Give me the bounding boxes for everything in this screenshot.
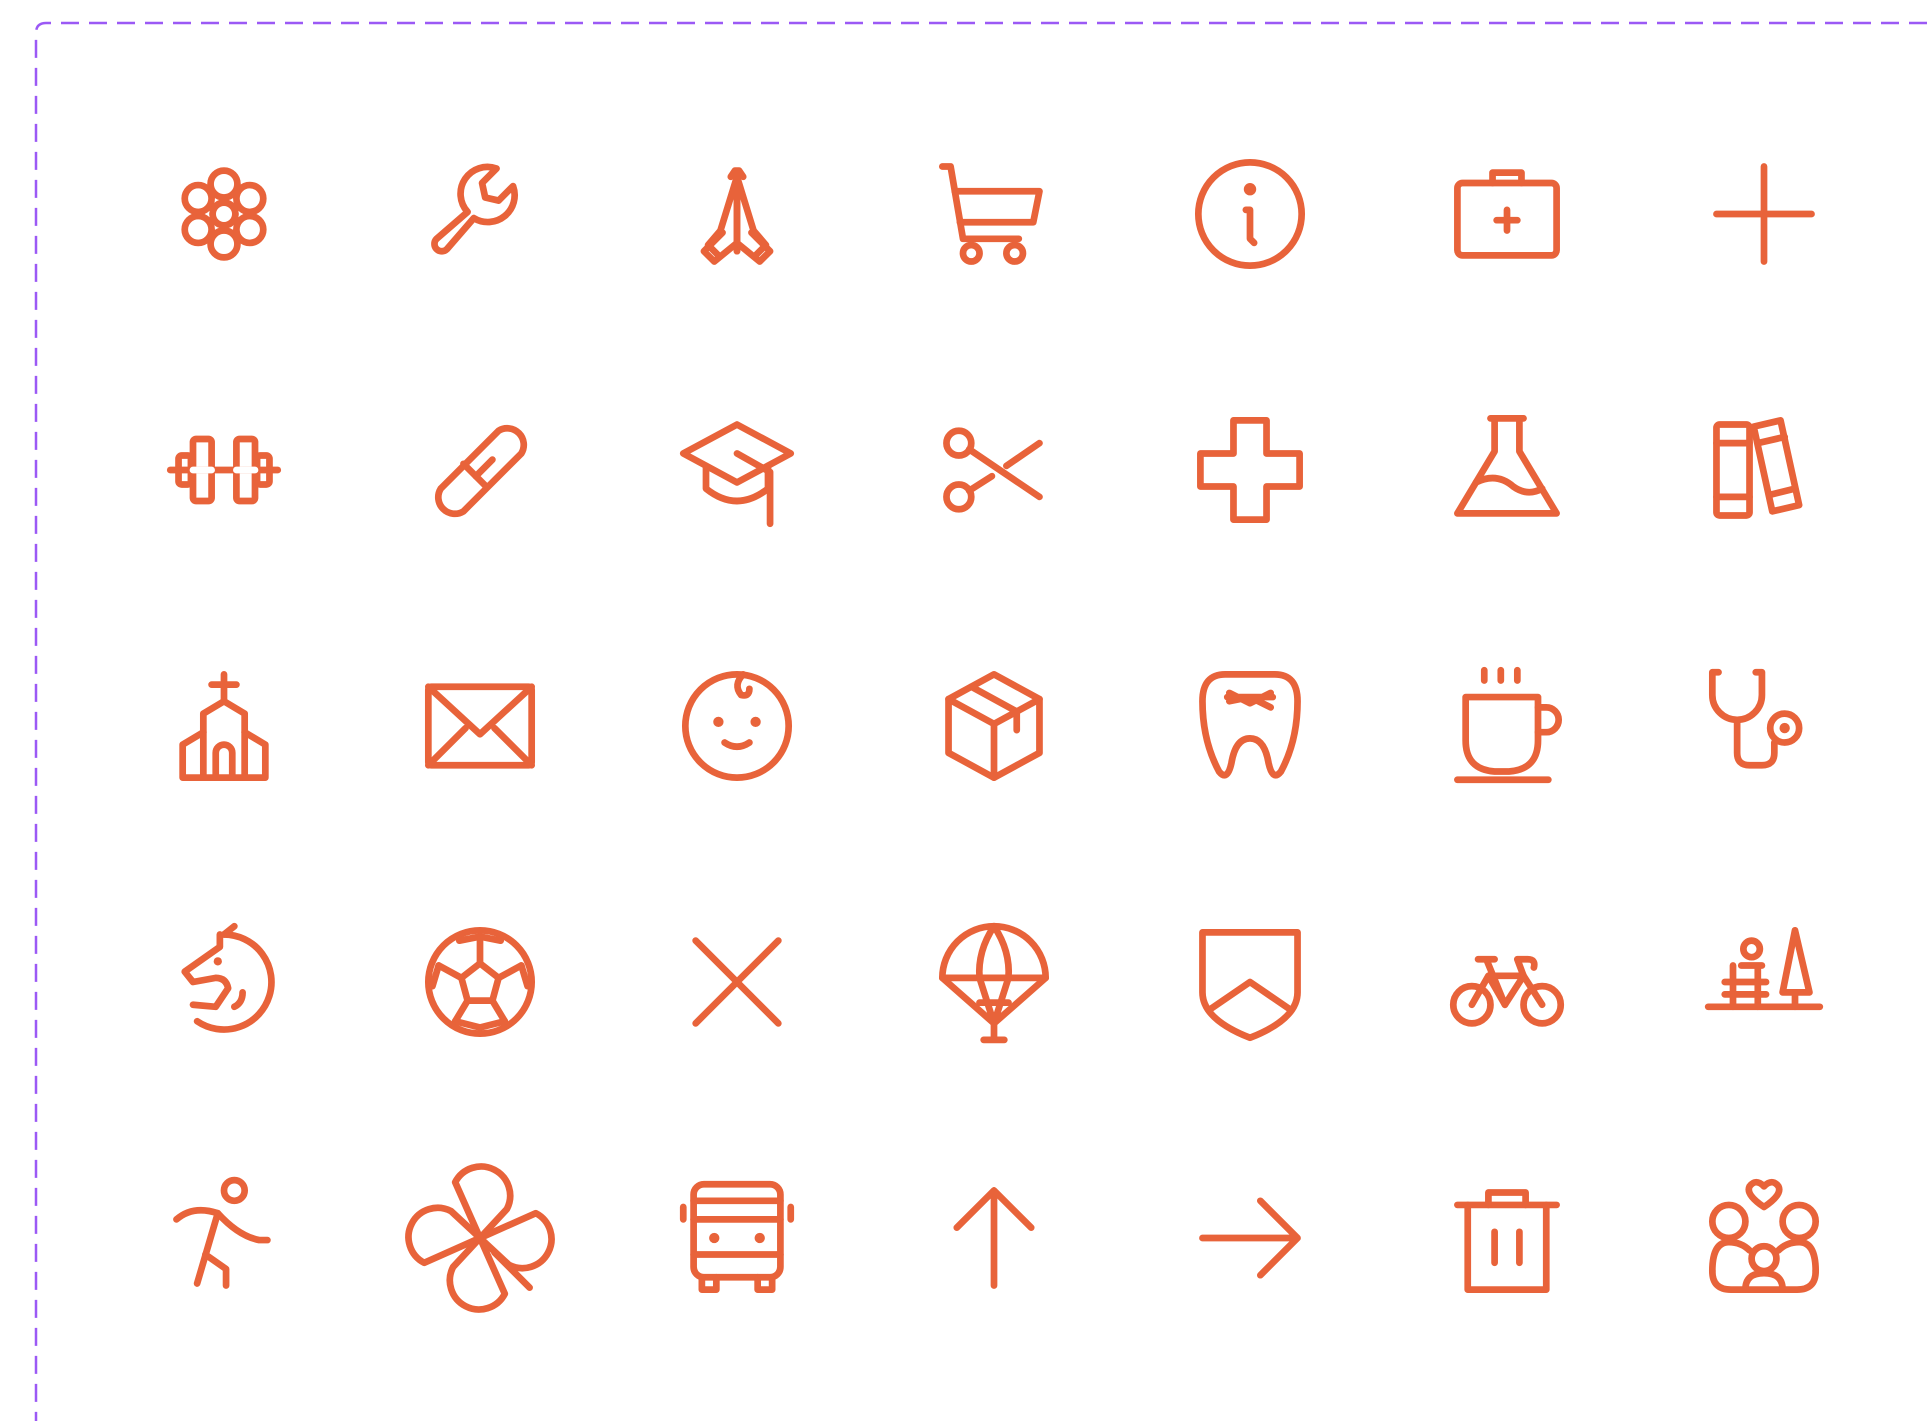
flower-icon [162, 152, 286, 276]
books-icon [1702, 408, 1826, 532]
medical-cross-icon [1188, 408, 1312, 532]
envelope-icon [418, 664, 542, 788]
shield-icon [1188, 920, 1312, 1044]
bicycle-icon [1445, 920, 1569, 1044]
flask-icon [1445, 408, 1569, 532]
first-aid-kit-icon [1445, 152, 1569, 276]
icon-sheet [0, 0, 1927, 1421]
dumbbell-icon [162, 408, 286, 532]
graduation-cap-icon [675, 408, 799, 532]
shopping-cart-icon [932, 152, 1056, 276]
family-icon [1702, 1176, 1826, 1300]
soccer-ball-icon [418, 920, 542, 1044]
praying-hands-icon [675, 152, 799, 276]
arrow-right-icon [1188, 1176, 1312, 1300]
box-icon [932, 664, 1056, 788]
baby-face-icon [675, 664, 799, 788]
tooth-icon [1188, 664, 1312, 788]
plus-icon [1702, 152, 1826, 276]
wrench-icon [418, 152, 542, 276]
info-icon [1188, 152, 1312, 276]
bus-icon [675, 1176, 799, 1300]
horse-icon [162, 920, 286, 1044]
pinwheel-icon [405, 1163, 555, 1313]
close-icon [675, 920, 799, 1044]
park-icon [1702, 920, 1826, 1044]
scissors-icon [932, 408, 1056, 532]
coffee-cup-icon [1445, 664, 1569, 788]
parachute-icon [932, 920, 1056, 1044]
arrow-up-icon [932, 1176, 1056, 1300]
church-icon [162, 664, 286, 788]
trash-icon [1445, 1176, 1569, 1300]
walking-person-icon [162, 1176, 286, 1300]
stethoscope-icon [1702, 664, 1826, 788]
bandage-icon [418, 408, 542, 532]
